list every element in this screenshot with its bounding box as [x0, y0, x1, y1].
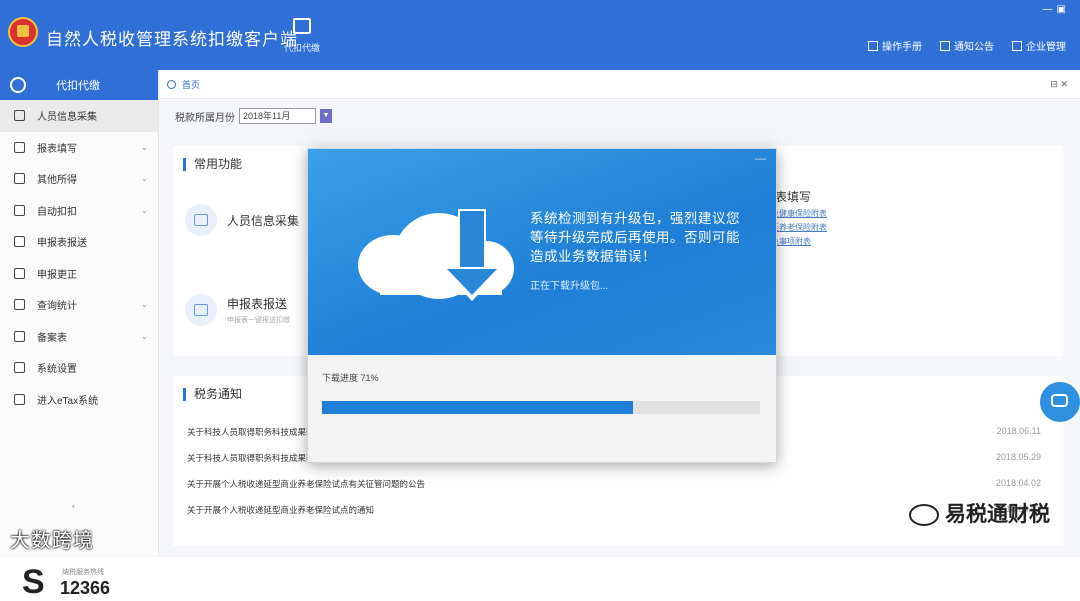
notice-item[interactable]: 关于开展个人税收递延型商业养老保险试点有关征管问题的公告: [187, 478, 425, 490]
watermark-right: 易税通财税: [909, 498, 1050, 528]
sidebar-item-9[interactable]: 进入eTax系统: [0, 384, 158, 416]
settings-icon: [14, 204, 25, 216]
chat-icon: [1051, 394, 1068, 407]
sidebar-item-3[interactable]: 自动扣扣 ⌄: [0, 195, 158, 227]
sidebar-item-label: 人员信息采集: [37, 112, 97, 124]
sidebar-item-6[interactable]: 查询统计 ⌄: [0, 289, 158, 321]
sidebar-item-1[interactable]: 报表填写 ⌄: [0, 132, 158, 164]
progress-fill: [322, 401, 633, 414]
chevron-down-icon: ⌄: [141, 205, 148, 215]
hotline-caption: 纳税服务热线: [62, 569, 104, 576]
enterprise-link-label: 企业管理: [1026, 42, 1066, 53]
period-label: 税款所属月份: [175, 112, 235, 124]
update-message: 系统检测到有升级包，强烈建议您等待升级完成后再使用。否则可能造成业务数据错误！: [530, 211, 740, 264]
notice-date: 2018.04.02: [995, 478, 1041, 488]
edit-icon: [14, 141, 25, 153]
tax-notice-title: 税务通知: [183, 388, 242, 401]
sidebar-item-8[interactable]: 系统设置: [0, 352, 158, 384]
submit-report-card[interactable]: 申报表报送 申报表一键报送扣缴: [185, 294, 290, 326]
period-select[interactable]: 2018年11月: [239, 108, 316, 124]
chevron-down-icon: ⌄: [141, 300, 148, 309]
hotline-number: 12366: [60, 578, 111, 598]
grid-icon: [14, 173, 25, 185]
sidebar-item-2[interactable]: 其他所得 ⌄: [0, 163, 158, 195]
sidebar-item-label: 查询统计: [37, 301, 77, 313]
common-functions-title: 常用功能: [183, 158, 242, 171]
watermark-right-label: 易税通财税: [945, 503, 1050, 526]
mail-icon: [940, 40, 950, 51]
update-status: 正在下载升级包...: [530, 281, 609, 292]
chat-button[interactable]: [1038, 380, 1080, 424]
notice-link-label: 通知公告: [954, 42, 994, 53]
personnel-card-title: 人员信息采集: [227, 213, 300, 228]
sidebar-item-label: 进入eTax系统: [37, 395, 99, 407]
sidebar-header[interactable]: 代扣代缴: [0, 70, 158, 100]
sidebar-item-0[interactable]: 人员信息采集: [0, 100, 158, 132]
gear-icon: [14, 362, 25, 374]
sidebar-menu: 人员信息采集 报表填写 ⌄ 其他所得 ⌄ 自动扣扣 ⌄ 申报表报送申报更正查询统计 ⌄ 备案表 ⌄ 系…: [0, 100, 158, 415]
file-icon: [14, 330, 25, 342]
app-header: 自然人税收管理系统扣缴客户端 代扣代缴 操作手册 通知公告 企业管理 —▣: [0, 0, 1080, 70]
chevron-down-icon: ⌄: [141, 331, 148, 341]
enterprise-link[interactable]: 企业管理: [1012, 38, 1066, 53]
building-icon: [1012, 40, 1022, 51]
sidebar-title: 代扣代缴: [56, 80, 100, 92]
sidebar-dot: •: [72, 502, 75, 511]
tax-period: 税款所属月份 2018年11月 ▼: [175, 108, 332, 124]
progress-label: 下载进度 71%: [322, 373, 379, 383]
update-dialog-banner: — 系统检测到有升级包，强烈建议您等待升级完成后再使用。否则可能造成业务数据错误…: [308, 149, 776, 355]
breadcrumb: 首页: [159, 70, 1080, 99]
wechat-icon: [909, 504, 939, 527]
submit-report-sub: 申报表一键报送扣缴: [227, 317, 290, 324]
menu-icon: [10, 77, 26, 93]
sidebar-item-label: 报表填写: [37, 143, 77, 155]
watermark-left: 大数跨境: [10, 530, 94, 552]
search-icon: [14, 267, 25, 279]
sidebar-item-label: 其他所得: [37, 175, 77, 187]
notice-item[interactable]: 关于开展个人税收递延型商业养老保险试点的通知: [187, 504, 374, 516]
app-title: 自然人税收管理系统扣缴客户端: [46, 30, 298, 49]
sidebar-item-7[interactable]: 备案表 ⌄: [0, 321, 158, 353]
personnel-card[interactable]: 人员信息采集: [185, 204, 299, 236]
sidebar-item-5[interactable]: 申报更正: [0, 258, 158, 290]
update-dialog: — 系统检测到有升级包，强烈建议您等待升级完成后再使用。否则可能造成业务数据错误…: [307, 148, 777, 463]
chevron-down-icon: ⌄: [141, 174, 148, 183]
report-icon: [185, 294, 217, 326]
tab-withholding-label: 代扣代缴: [283, 43, 320, 53]
manual-link[interactable]: 操作手册: [868, 38, 922, 53]
folder-icon: [293, 18, 311, 34]
hotline-logo: S: [22, 563, 45, 601]
submit-report-title: 申报表报送: [227, 297, 288, 311]
progress-bar: [322, 401, 760, 414]
notice-link[interactable]: 通知公告: [940, 38, 994, 53]
breadcrumb-home[interactable]: 首页: [182, 78, 200, 91]
tax-emblem-logo: [8, 17, 38, 47]
home-icon: [167, 79, 176, 89]
sidebar: 代扣代缴 人员信息采集 报表填写 ⌄ 其他所得 ⌄ 自动扣扣 ⌄ 申报表报送申报更正查询统计 ⌄…: [0, 70, 159, 599]
window-controls[interactable]: —▣: [1043, 4, 1070, 15]
person-icon: [14, 110, 25, 122]
stats-icon: [14, 299, 25, 311]
document-icon: [14, 236, 25, 248]
sidebar-item-4[interactable]: 申报表报送: [0, 226, 158, 258]
book-icon: [868, 40, 878, 51]
minimize-button[interactable]: —: [755, 153, 766, 165]
chevron-down-icon: ⌄: [141, 142, 148, 152]
sidebar-item-label: 系统设置: [37, 364, 77, 376]
calendar-dropdown-icon[interactable]: ▼: [320, 109, 332, 123]
notice-date: 2018.05.29: [995, 452, 1041, 462]
manual-link-label: 操作手册: [882, 42, 922, 53]
sidebar-item-label: 自动扣扣: [37, 206, 77, 218]
sidebar-item-label: 备案表: [37, 332, 67, 344]
notice-date: 2018.06.11: [996, 426, 1041, 436]
id-card-icon: [185, 204, 217, 236]
header-links: 操作手册 通知公告 企业管理: [868, 38, 1066, 53]
tab-controls[interactable]: ⊟ ✕: [1050, 79, 1068, 90]
link-icon: [14, 393, 25, 405]
tab-withholding[interactable]: 代扣代缴: [278, 18, 326, 56]
sidebar-item-label: 申报表报送: [37, 238, 87, 250]
sidebar-item-label: 申报更正: [37, 269, 77, 281]
